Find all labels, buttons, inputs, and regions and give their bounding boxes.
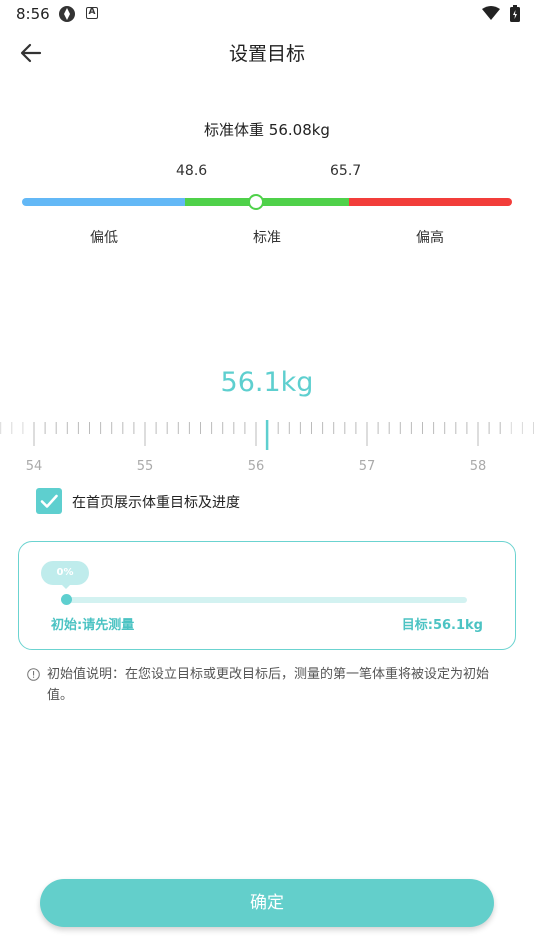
range-normal-segment [185,198,349,206]
start-label: 初始:请先测量 [51,618,135,633]
ruler-tick-label: 58 [470,459,487,474]
range-high-label: 偏高 [416,230,444,246]
settings-icon [59,6,75,22]
wifi-icon [482,6,500,20]
status-time: 8:56 [16,5,50,23]
badge-tail [61,584,71,589]
info-icon [27,668,40,681]
weight-range-bar [22,194,512,210]
ruler-tick-label: 57 [359,459,376,474]
ruler-tick-label: 54 [26,459,43,474]
a-icon: A [86,7,98,19]
show-on-home-checkbox[interactable] [36,488,62,514]
weight-ruler[interactable]: 54 55 56 57 58 [0,412,534,474]
ruler-tick-label: 55 [137,459,154,474]
status-bar: 8:56 A [0,0,534,28]
confirm-button[interactable]: 确定 [40,879,494,927]
ruler-scale: 54 55 56 57 58 [0,412,534,474]
range-normal-label: 标准 [253,230,281,246]
progress-track [63,597,467,603]
low-threshold: 48.6 [176,163,208,179]
app-bar: 设置目标 [0,30,534,74]
show-on-home-label: 在首页展示体重目标及进度 [72,495,240,511]
high-threshold: 65.7 [330,163,362,179]
ruler-fade-left [0,412,26,474]
page-title: 设置目标 [228,43,305,65]
range-low-label: 偏低 [90,230,118,246]
progress-start-dot [61,594,72,605]
progress-card: 0% 初始:请先测量 目标:56.1kg [18,541,516,650]
ruler-tick-label: 56 [248,459,265,474]
note-text: 初始值说明：在您设立目标或更改目标后，测量的第一笔体重将被设定为初始值。 [47,667,490,703]
standard-weight-label: 标准体重 56.08kg [204,121,330,139]
range-high-segment [349,198,512,206]
range-low-segment [22,198,185,206]
goal-label: 目标:56.1kg [401,618,483,633]
target-weight-value: 56.1kg [220,367,314,398]
progress-percent-badge: 0% [41,561,89,585]
battery-icon [510,5,520,22]
range-marker [248,194,264,210]
check-icon [40,494,58,508]
ruler-fade-right [508,412,534,474]
